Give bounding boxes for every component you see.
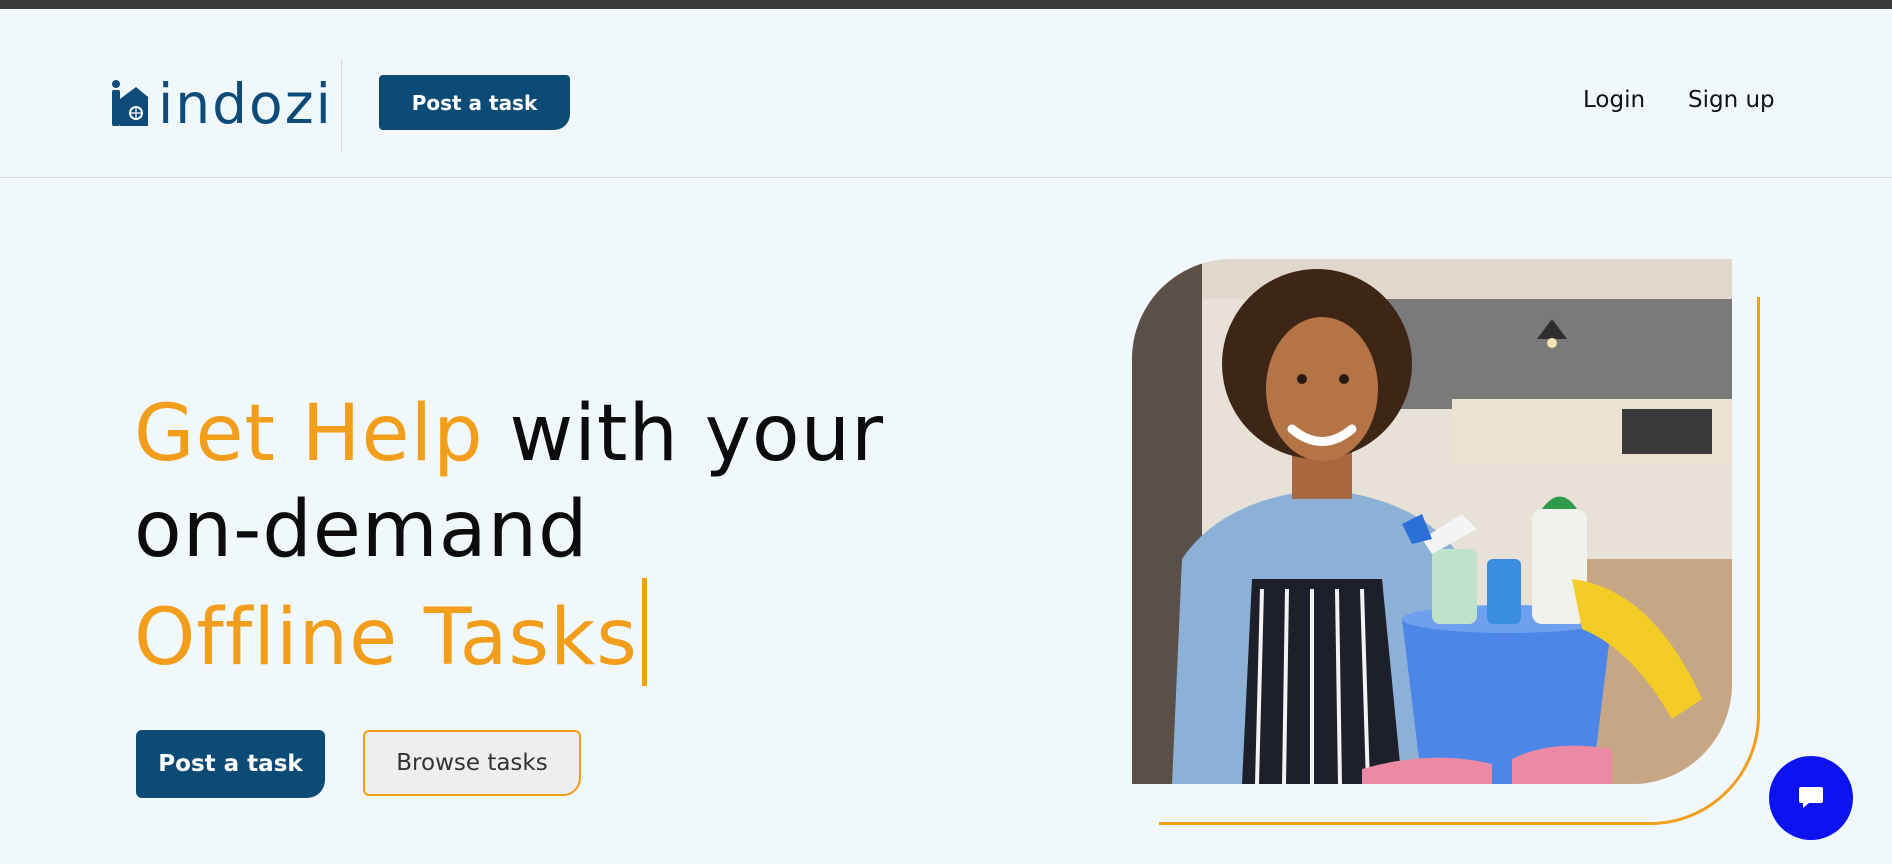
signup-link[interactable]: Sign up [1688,87,1775,113]
hero-title-line3: Offline Tasks [134,593,638,683]
site-header: indozi Post a task Login Sign up [0,9,1892,178]
chat-widget-button[interactable] [1769,756,1853,840]
brand-name: indozi [158,71,333,136]
hero-title-highlight: Get Help [134,389,484,479]
hero-post-task-button[interactable]: Post a task [136,730,325,798]
browse-tasks-button[interactable]: Browse tasks [363,730,581,796]
header-post-task-button[interactable]: Post a task [379,75,570,130]
hero-title-line2: on-demand [134,485,589,575]
brand-logo[interactable]: indozi [108,73,333,135]
logo-house-icon [108,79,150,129]
hero-title: Get Help with your on-demand Offline Tas… [134,386,884,686]
browser-top-bar [0,0,1892,9]
chat-bubble-icon [1797,782,1825,814]
typing-caret [641,578,647,686]
hero-image [1132,259,1732,784]
header-divider [341,59,342,151]
login-link[interactable]: Login [1583,87,1645,113]
hero-title-part2: with your [483,389,885,479]
